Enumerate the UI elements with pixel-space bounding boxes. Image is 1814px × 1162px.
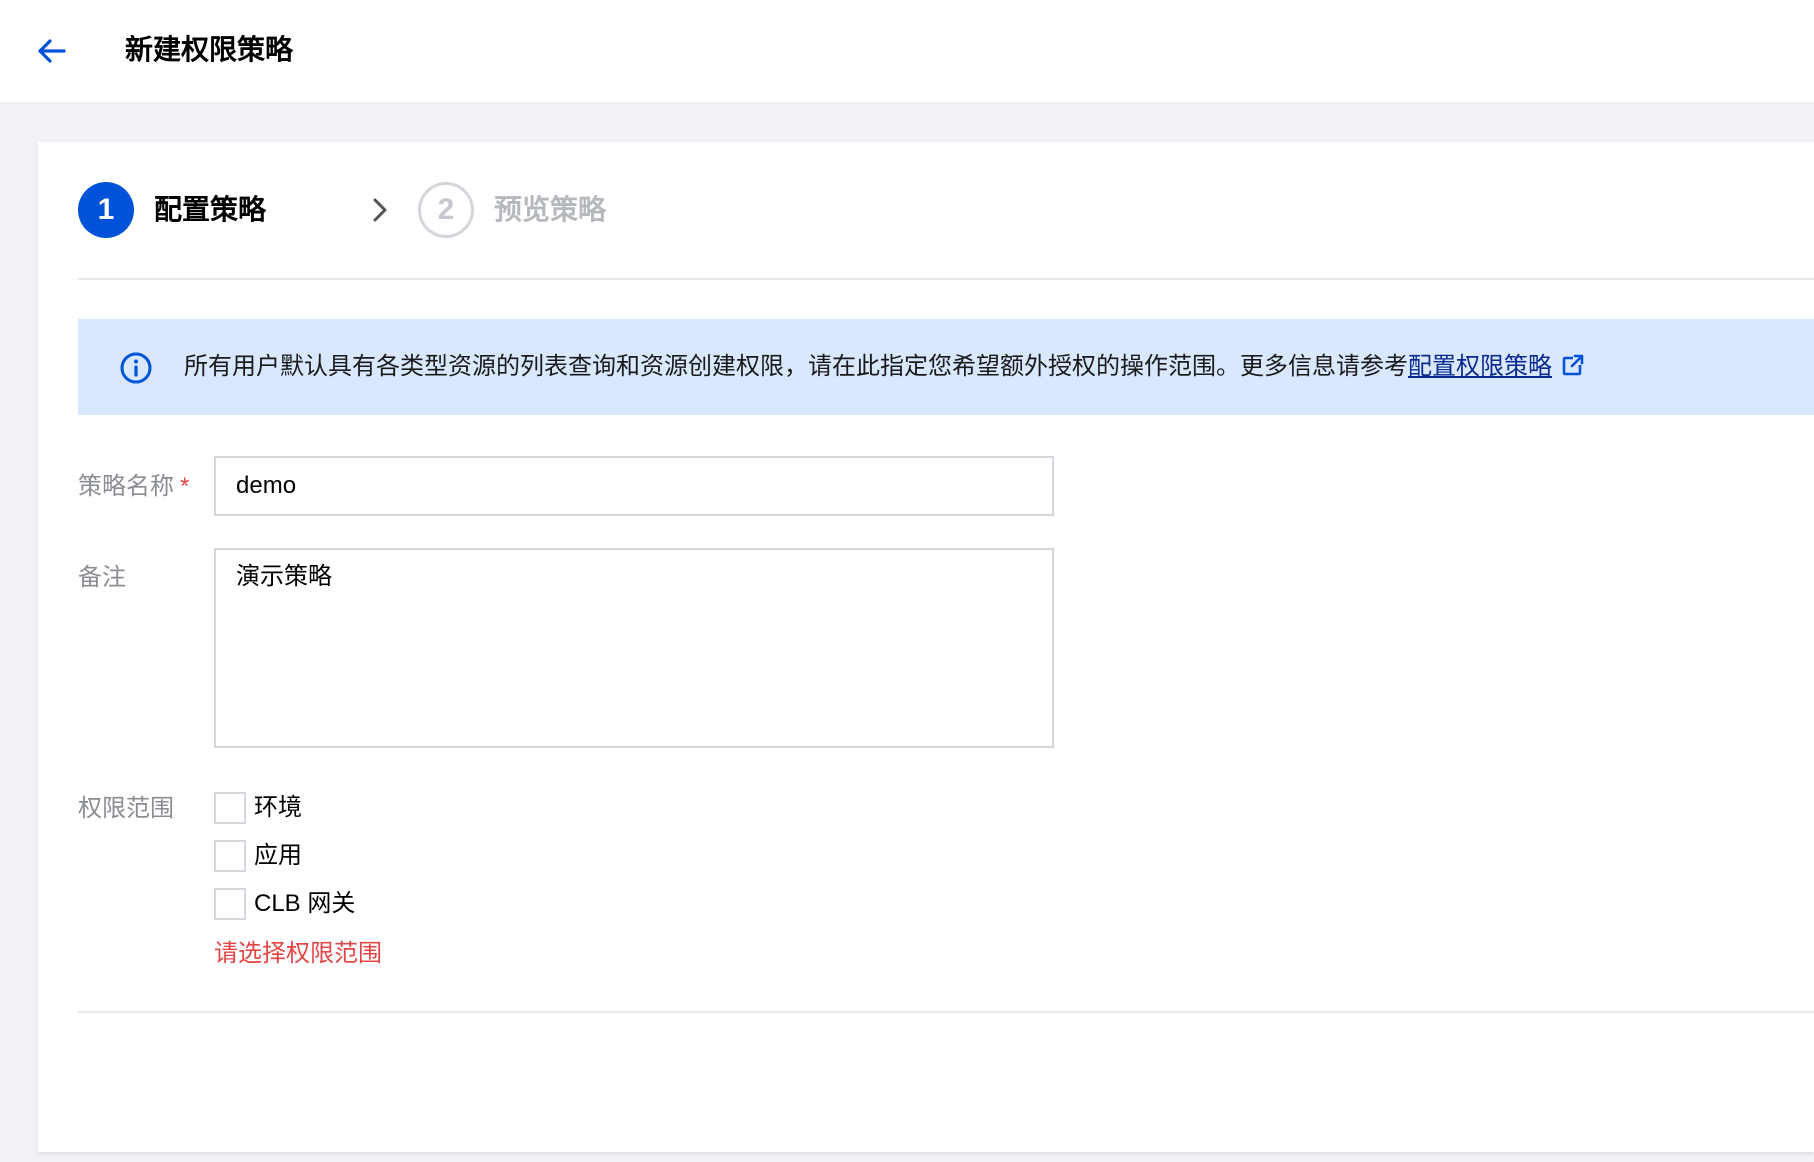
step-indicator: 1 配置策略 2 预览策略 [78, 182, 1778, 238]
external-link-icon[interactable] [1562, 354, 1584, 376]
info-message: 所有用户默认具有各类型资源的列表查询和资源创建权限，请在此指定您希望额外授权的操… [184, 353, 1408, 380]
remark-label: 备注 [78, 564, 126, 591]
checkbox[interactable] [214, 840, 246, 872]
step-2-label: 预览策略 [494, 194, 607, 225]
policy-name-label: 策略名称 * [78, 470, 189, 504]
checkbox[interactable] [214, 888, 246, 920]
checkbox-label: CLB 网关 [254, 890, 356, 917]
back-arrow-icon[interactable] [34, 33, 70, 69]
info-banner-text: 所有用户默认具有各类型资源的列表查询和资源创建权限，请在此指定您希望额外授权的操… [184, 349, 1584, 385]
page-title: 新建权限策略 [125, 34, 294, 65]
policy-name-input[interactable]: demo [214, 456, 1054, 516]
steps-divider [78, 278, 1814, 280]
remark-textarea[interactable]: 演示策略 [214, 548, 1054, 748]
checkbox[interactable] [214, 792, 246, 824]
policy-form-card: 1 配置策略 2 预览策略 所有用户默认具有各类型资源的列表查询和资源创建权限，… [38, 142, 1814, 1152]
step-1-label: 配置策略 [154, 194, 267, 225]
step-1-number: 1 [78, 182, 134, 238]
policy-name-label-text: 策略名称 [78, 473, 174, 500]
form-footer-divider [78, 1011, 1814, 1013]
step-2-number: 2 [418, 182, 474, 238]
checkbox-label: 应用 [254, 842, 302, 869]
required-mark: * [180, 473, 190, 500]
top-header: 新建权限策略 [0, 0, 1814, 102]
info-circle-icon [120, 352, 152, 384]
info-banner: 所有用户默认具有各类型资源的列表查询和资源创建权限，请在此指定您希望额外授权的操… [78, 319, 1814, 415]
scope-error-message: 请选择权限范围 [214, 940, 382, 967]
config-policy-link[interactable]: 配置权限策略 [1408, 353, 1552, 380]
permission-scope-label: 权限范围 [78, 795, 174, 822]
chevron-right-icon [373, 198, 387, 222]
checkbox-label: 环境 [254, 794, 302, 821]
